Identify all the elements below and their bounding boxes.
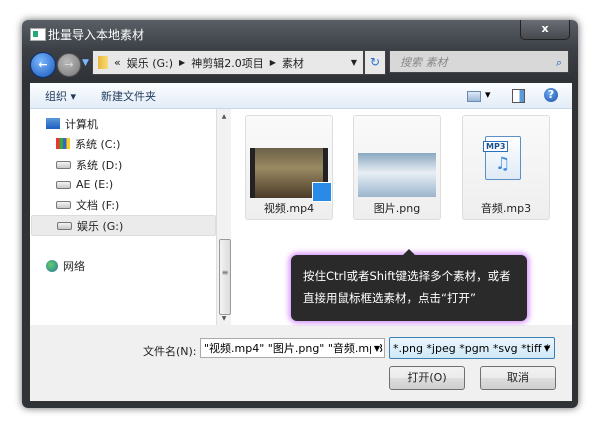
- search-input[interactable]: 搜索 素材 ⌕: [389, 50, 569, 73]
- sidebar-item-label: 网络: [63, 259, 85, 273]
- mp3-file-icon: MP3 ♫: [483, 136, 521, 180]
- tooltip-line: 按住Ctrl或者Shift键选择多个素材，或者: [303, 269, 511, 283]
- search-placeholder: 搜索 素材: [400, 56, 448, 69]
- image-thumbnail: [358, 153, 436, 197]
- mp3-badge: MP3: [483, 141, 509, 152]
- preview-pane-icon[interactable]: [512, 89, 525, 103]
- sidebar-scrollbar[interactable]: ▲ ≡ ▼: [216, 109, 231, 325]
- sidebar-item-label: 计算机: [65, 117, 98, 131]
- drive-icon: [56, 200, 71, 209]
- sidebar-item-c[interactable]: 系统 (C:): [56, 134, 240, 153]
- network-icon: [46, 259, 58, 272]
- dialog-body: 组织 ▾ 新建文件夹 ▾ ? 计算机 系统 (C:) 系统 (D:) AE (E…: [29, 82, 573, 402]
- file-name: 音频.mp3: [480, 202, 532, 215]
- address-dropdown-icon[interactable]: ▼: [351, 58, 357, 67]
- window-title: 批量导入本地素材: [48, 28, 145, 42]
- filename-dropdown-icon[interactable]: ▼: [370, 339, 380, 357]
- drive-icon: [56, 160, 71, 169]
- forward-button[interactable]: →: [57, 53, 81, 77]
- file-list: 视频.mp4 图片.png MP3 ♫ 音频.mp3 按住Ctrl或者Shift…: [231, 109, 572, 325]
- computer-icon: [46, 118, 60, 129]
- file-item-audio[interactable]: MP3 ♫ 音频.mp3: [462, 115, 550, 220]
- search-icon[interactable]: ⌕: [556, 51, 562, 74]
- sidebar-item-e[interactable]: AE (E:): [56, 175, 240, 194]
- sidebar-item-label: 系统 (C:): [75, 137, 121, 151]
- drive-icon: [56, 180, 71, 189]
- tooltip-line: 直接用鼠标框选素材，点击“打开”: [303, 291, 476, 305]
- dialog-footer: 文件名(N): "视频.mp4" "图片.png" "音频.mp3" ▼ *.pn…: [30, 326, 572, 401]
- open-button[interactable]: 打开(O): [389, 366, 465, 390]
- sidebar-item-computer[interactable]: 计算机: [46, 114, 230, 133]
- cancel-button[interactable]: 取消: [480, 366, 556, 390]
- sidebar-item-label: 系统 (D:): [76, 158, 123, 172]
- sidebar-item-g[interactable]: 娱乐 (G:): [31, 215, 216, 236]
- sidebar-item-label: AE (E:): [76, 178, 114, 191]
- filename-value: "视频.mp4" "图片.png" "音频.mp3": [204, 342, 385, 355]
- file-open-dialog: 批量导入本地素材 x ← → ▼ « 娱乐 (G:) ▶ 神剪辑2.0项目 ▶ …: [22, 20, 578, 408]
- close-button[interactable]: x: [520, 20, 570, 40]
- file-type-value: *.png *jpeg *pgm *svg *tiff *: [393, 342, 551, 355]
- scroll-thumb[interactable]: ≡: [219, 239, 231, 315]
- history-dropdown[interactable]: ▼: [82, 58, 89, 68]
- file-type-select[interactable]: *.png *jpeg *pgm *svg *tiff * ▼: [389, 337, 555, 359]
- sidebar-item-d[interactable]: 系统 (D:): [56, 155, 240, 174]
- music-note-icon: ♫: [495, 154, 511, 174]
- new-folder-button[interactable]: 新建文件夹: [101, 88, 156, 104]
- scroll-down-icon[interactable]: ▼: [217, 315, 231, 322]
- sidebar-item-network[interactable]: 网络: [46, 256, 230, 275]
- file-name: 图片.png: [373, 202, 421, 215]
- address-bar[interactable]: « 娱乐 (G:) ▶ 神剪辑2.0项目 ▶ 素材 ▼: [92, 50, 364, 75]
- breadcrumb-separator-icon[interactable]: ▶: [270, 58, 276, 67]
- file-type-dropdown-icon[interactable]: ▼: [544, 338, 550, 360]
- scroll-up-icon[interactable]: ▲: [217, 113, 231, 120]
- scroll-grip: ≡: [221, 268, 229, 277]
- toolbar: 组织 ▾ 新建文件夹 ▾ ?: [30, 83, 572, 109]
- app-icon: [30, 28, 46, 41]
- drive-icon: [57, 221, 72, 230]
- tooltip: 按住Ctrl或者Shift键选择多个素材，或者 直接用鼠标框选素材，点击“打开”: [291, 249, 527, 321]
- windows-drive-icon: [56, 138, 70, 149]
- sidebar-item-f[interactable]: 文档 (F:): [56, 195, 240, 214]
- help-icon[interactable]: ?: [544, 88, 558, 102]
- breadcrumb-project[interactable]: 神剪辑2.0项目: [191, 55, 264, 71]
- file-name: 视频.mp4: [263, 202, 315, 215]
- sidebar-item-label: 娱乐 (G:): [77, 219, 124, 233]
- filename-input[interactable]: "视频.mp4" "图片.png" "音频.mp3" ▼: [200, 338, 385, 358]
- filename-label: 文件名(N):: [143, 345, 197, 358]
- organize-button[interactable]: 组织 ▾: [45, 88, 76, 104]
- path-overflow[interactable]: «: [114, 56, 121, 69]
- view-icon[interactable]: [467, 91, 481, 102]
- file-item-video[interactable]: 视频.mp4: [245, 115, 333, 220]
- navigation-pane: 计算机 系统 (C:) 系统 (D:) AE (E:) 文档 (F:) 娱乐 (…: [30, 109, 216, 325]
- video-badge-icon: [312, 182, 332, 202]
- file-item-image[interactable]: 图片.png: [353, 115, 441, 220]
- refresh-button[interactable]: ↻: [364, 50, 386, 75]
- back-button[interactable]: ←: [30, 52, 56, 78]
- breadcrumb-folder[interactable]: 素材: [282, 55, 304, 71]
- view-dropdown[interactable]: ▾: [485, 88, 491, 101]
- folder-icon: [98, 56, 108, 69]
- breadcrumb-separator-icon[interactable]: ▶: [179, 58, 185, 67]
- sidebar-item-label: 文档 (F:): [76, 198, 120, 212]
- breadcrumb-drive[interactable]: 娱乐 (G:): [127, 55, 173, 71]
